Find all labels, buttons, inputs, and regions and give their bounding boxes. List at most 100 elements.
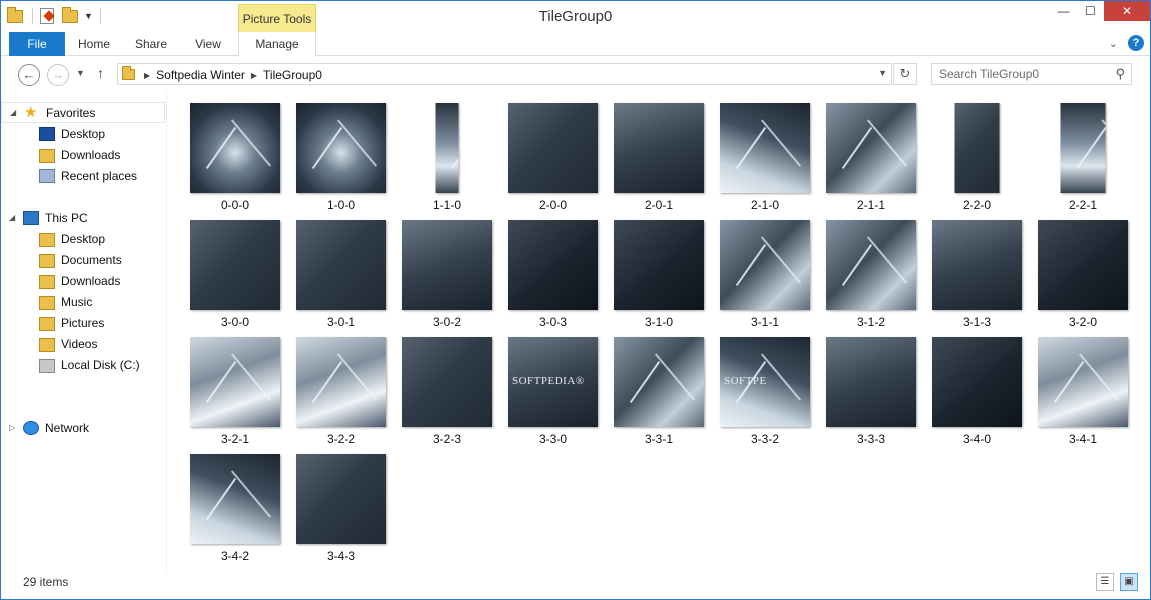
file-tile[interactable]: 3-4-3 — [288, 454, 394, 571]
expand-arrow-icon[interactable]: ◢ — [10, 108, 18, 117]
minimize-button[interactable]: — — [1050, 1, 1077, 21]
file-tile[interactable]: 2-1-0 — [712, 103, 818, 220]
search-input[interactable]: Search TileGroup0 ⚲ — [931, 63, 1132, 85]
file-tile[interactable]: 3-2-0 — [1030, 220, 1136, 337]
tab-file[interactable]: File — [9, 32, 65, 56]
nav-network[interactable]: ▷ Network — [1, 417, 166, 438]
file-tile[interactable]: 2-2-0 — [924, 103, 1030, 220]
file-name: 2-0-0 — [538, 198, 567, 212]
file-list: 0-0-0 1-0-0 1-1-0 2-0-0 2-0-1 2-1-0 2-1-1 2-2-0… — [167, 93, 1150, 571]
expand-ribbon-chevron-icon[interactable]: ⌄ — [1109, 37, 1118, 50]
file-tile[interactable]: 3-0-2 — [394, 220, 500, 337]
file-tile[interactable]: 3-0-3 — [500, 220, 606, 337]
nav-pc-documents[interactable]: Documents — [1, 249, 166, 270]
file-name: 2-1-0 — [750, 198, 779, 212]
details-view-icon[interactable]: ☰ — [1096, 573, 1114, 591]
file-tile[interactable]: 3-4-1 — [1030, 337, 1136, 454]
breadcrumb-separator-icon[interactable]: ▶ — [251, 71, 257, 80]
forward-button[interactable]: → — [47, 64, 69, 86]
file-tile[interactable]: 1-0-0 — [288, 103, 394, 220]
file-tile[interactable]: 3-3-3 — [818, 337, 924, 454]
file-name: 3-4-2 — [220, 549, 249, 563]
file-tile[interactable]: 2-2-1 — [1030, 103, 1136, 220]
up-button[interactable]: ↑ — [97, 65, 104, 81]
breadcrumb-softpedia-winter[interactable]: Softpedia Winter — [156, 68, 245, 82]
nav-pc-downloads[interactable]: Downloads — [1, 270, 166, 291]
folder-icon — [39, 274, 55, 289]
file-tile[interactable]: 3-0-0 — [182, 220, 288, 337]
file-name: 3-1-1 — [750, 315, 779, 329]
maximize-button[interactable]: ☐ — [1077, 1, 1104, 21]
refresh-button[interactable]: ↻ — [893, 63, 917, 85]
nav-label: Pictures — [61, 315, 105, 330]
file-tile[interactable]: 3-0-1 — [288, 220, 394, 337]
file-tile[interactable]: 3-1-1 — [712, 220, 818, 337]
close-button[interactable]: ✕ — [1104, 1, 1150, 21]
file-tile[interactable]: SOFTPEDIA® 3-3-0 — [500, 337, 606, 454]
frost-spike-decoration — [311, 360, 343, 404]
window-title: TileGroup0 — [538, 8, 613, 25]
nav-favorites-downloads[interactable]: Downloads — [1, 144, 166, 165]
frost-spike-decoration — [230, 119, 272, 167]
nav-this-pc[interactable]: ◢ This PC — [1, 207, 166, 228]
image-thumbnail — [614, 103, 704, 193]
breadcrumb: ▶ Softpedia Winter ▶ TileGroup0 — [144, 68, 322, 82]
recent-locations-dropdown-icon[interactable]: ▼ — [76, 68, 85, 78]
ribbon-right-controls: ⌄ ? — [1109, 35, 1144, 51]
nav-label: Local Disk (C:) — [61, 357, 140, 372]
frost-spike-decoration — [1053, 360, 1085, 404]
file-tile[interactable]: 3-3-1 — [606, 337, 712, 454]
folder-icon — [39, 295, 55, 310]
file-tile[interactable]: 3-4-2 — [182, 454, 288, 571]
breadcrumb-tilegroup0[interactable]: TileGroup0 — [263, 68, 322, 82]
image-thumbnail: SOFTPEDIA® — [508, 337, 598, 427]
search-icon[interactable]: ⚲ — [1115, 66, 1125, 82]
file-tile[interactable]: 2-0-1 — [606, 103, 712, 220]
nav-favorites-recent-places[interactable]: Recent places — [1, 165, 166, 186]
nav-pc-videos[interactable]: Videos — [1, 333, 166, 354]
nav-pc-local-disk[interactable]: Local Disk (C:) — [1, 354, 166, 375]
file-tile[interactable]: 3-1-0 — [606, 220, 712, 337]
tab-manage[interactable]: Manage — [238, 32, 316, 57]
help-icon[interactable]: ? — [1128, 35, 1144, 51]
file-tile[interactable]: 3-2-1 — [182, 337, 288, 454]
file-tile[interactable]: SOFTPE 3-3-2 — [712, 337, 818, 454]
breadcrumb-separator-icon[interactable]: ▶ — [144, 71, 150, 80]
file-tile[interactable]: 3-1-2 — [818, 220, 924, 337]
file-tile[interactable]: 0-0-0 — [182, 103, 288, 220]
file-tile[interactable]: 1-1-0 — [394, 103, 500, 220]
folder-icon — [39, 337, 55, 352]
image-thumbnail — [826, 103, 916, 193]
file-tile[interactable]: 2-0-0 — [500, 103, 606, 220]
expand-arrow-icon[interactable]: ◢ — [9, 213, 17, 222]
nav-favorites[interactable]: ◢ ★ Favorites — [1, 102, 165, 123]
view-buttons: ☰ ▣ — [1096, 573, 1138, 591]
file-tile[interactable]: 3-2-3 — [394, 337, 500, 454]
nav-pc-music[interactable]: Music — [1, 291, 166, 312]
expand-arrow-icon[interactable]: ▷ — [9, 423, 17, 432]
status-bar: 29 items ☰ ▣ — [1, 571, 1150, 599]
nav-pc-desktop[interactable]: Desktop — [1, 228, 166, 249]
large-icons-view-icon[interactable]: ▣ — [1120, 573, 1138, 591]
nav-favorites-desktop[interactable]: Desktop — [1, 123, 166, 144]
image-thumbnail — [296, 220, 386, 310]
desktop-icon — [39, 126, 55, 141]
frost-spike-decoration — [205, 360, 237, 404]
address-dropdown-icon[interactable]: ▼ — [878, 68, 887, 78]
tab-view[interactable]: View — [181, 32, 235, 56]
file-tile[interactable]: 3-1-3 — [924, 220, 1030, 337]
nav-label: Music — [61, 294, 93, 309]
file-name: 3-4-0 — [962, 432, 991, 446]
tab-home[interactable]: Home — [67, 32, 121, 56]
file-tile[interactable]: 2-1-1 — [818, 103, 924, 220]
file-name: 2-2-0 — [962, 198, 991, 212]
disk-icon — [39, 359, 55, 373]
frost-spike-decoration — [760, 119, 802, 167]
file-tile[interactable]: 3-2-2 — [288, 337, 394, 454]
address-bar[interactable]: ▶ Softpedia Winter ▶ TileGroup0 ▼ — [117, 63, 892, 85]
nav-pc-pictures[interactable]: Pictures — [1, 312, 166, 333]
frost-spike-decoration — [230, 353, 272, 401]
back-button[interactable]: ← — [18, 64, 40, 86]
tab-share[interactable]: Share — [123, 32, 179, 56]
file-tile[interactable]: 3-4-0 — [924, 337, 1030, 454]
